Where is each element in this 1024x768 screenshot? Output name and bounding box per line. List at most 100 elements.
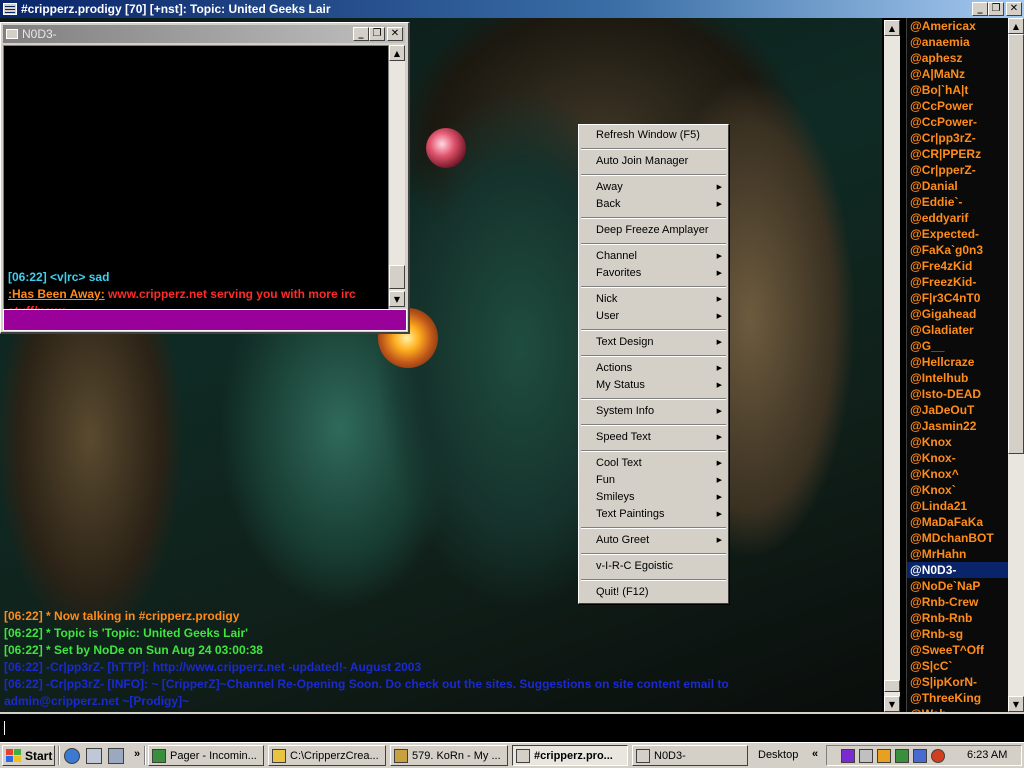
scroll-up-arrow[interactable]: ▲: [389, 45, 405, 61]
nick-item[interactable]: @F|r3C4nT0: [907, 290, 1008, 306]
menu-item-speed-text[interactable]: Speed Text ▶: [579, 429, 728, 446]
nick-item[interactable]: @Rnb-Crew: [907, 594, 1008, 610]
nick-item[interactable]: @CcPower-: [907, 114, 1008, 130]
tray-icon[interactable]: [931, 749, 945, 763]
show-desktop-icon[interactable]: [86, 748, 102, 764]
scroll-thumb[interactable]: [389, 265, 405, 289]
clock[interactable]: 6:23 AM: [967, 749, 1007, 761]
nick-item[interactable]: @MrHahn: [907, 546, 1008, 562]
nick-item[interactable]: @Knox^: [907, 466, 1008, 482]
nick-item[interactable]: @N0D3-: [907, 562, 1008, 578]
nick-item[interactable]: @SweeT^Off: [907, 642, 1008, 658]
context-menu[interactable]: Refresh Window (F5) Auto Join Manager Away…: [578, 124, 729, 604]
quicklaunch-more-chevron[interactable]: »: [134, 748, 140, 760]
nick-list[interactable]: @Americax @anaemia @aphesz @A|MaNz @Bo|`hA|t…: [906, 18, 1008, 712]
nick-item[interactable]: @FreezKid-: [907, 274, 1008, 290]
nick-item[interactable]: @JaDeOuT: [907, 402, 1008, 418]
nick-item[interactable]: @NoDe`NaP: [907, 578, 1008, 594]
nick-item[interactable]: @Gladiater: [907, 322, 1008, 338]
taskbar-button[interactable]: #cripperz.pro...: [512, 745, 628, 766]
taskbar-button[interactable]: C:\CripperzCrea...: [268, 745, 386, 766]
nick-item[interactable]: @A|MaNz: [907, 66, 1008, 82]
menu-item-quit-f12[interactable]: Quit! (F12): [579, 584, 728, 601]
nick-item[interactable]: @Eddie`-: [907, 194, 1008, 210]
scroll-thumb[interactable]: [884, 680, 900, 692]
nick-item[interactable]: @FaKa`g0n3: [907, 242, 1008, 258]
nick-item[interactable]: @Danial: [907, 178, 1008, 194]
scroll-thumb[interactable]: [1008, 34, 1024, 454]
taskbar-button[interactable]: Pager - Incomin...: [148, 745, 264, 766]
menu-item-channel[interactable]: Channel ▶: [579, 248, 728, 265]
channel-scrollbar[interactable]: ▲ ▼: [884, 20, 900, 712]
query-window[interactable]: N0D3- _ ❐ ✕ [06:22] <v|rc> sad:Has Been …: [0, 22, 410, 334]
minimize-button[interactable]: _: [972, 2, 988, 16]
scroll-up-arrow[interactable]: ▲: [1008, 18, 1024, 34]
nick-item[interactable]: @MDchanBOT: [907, 530, 1008, 546]
menu-item-user[interactable]: User ▶: [579, 308, 728, 325]
nick-item[interactable]: @S|ipKorN-: [907, 674, 1008, 690]
menu-item-auto-greet[interactable]: Auto Greet ▶: [579, 532, 728, 549]
tray-icon[interactable]: [895, 749, 909, 763]
channel-input[interactable]: [0, 712, 1024, 742]
nick-item[interactable]: @Bo|`hA|t: [907, 82, 1008, 98]
network-icon[interactable]: [108, 748, 124, 764]
menu-item-nick[interactable]: Nick ▶: [579, 291, 728, 308]
scroll-up-arrow[interactable]: ▲: [884, 20, 900, 36]
menu-item-back[interactable]: Back ▶: [579, 196, 728, 213]
menu-item-away[interactable]: Away ▶: [579, 179, 728, 196]
menu-item-fun[interactable]: Fun ▶: [579, 472, 728, 489]
nick-item[interactable]: @anaemia: [907, 34, 1008, 50]
nick-item[interactable]: @CR|PPERz: [907, 146, 1008, 162]
nick-item[interactable]: @Knox: [907, 434, 1008, 450]
restore-button[interactable]: ❐: [369, 27, 385, 41]
menu-item-system-info[interactable]: System Info ▶: [579, 403, 728, 420]
tray-icon[interactable]: [841, 749, 855, 763]
nick-item[interactable]: @Rnb-sg: [907, 626, 1008, 642]
nick-item[interactable]: @Hellcraze: [907, 354, 1008, 370]
nick-item[interactable]: @Jasmin22: [907, 418, 1008, 434]
menu-item-my-status[interactable]: My Status ▶: [579, 377, 728, 394]
menu-item-cool-text[interactable]: Cool Text ▶: [579, 455, 728, 472]
menu-item-text-paintings[interactable]: Text Paintings ▶: [579, 506, 728, 523]
nick-item[interactable]: @Linda21: [907, 498, 1008, 514]
nick-item[interactable]: @eddyarif: [907, 210, 1008, 226]
restore-button[interactable]: ❐: [988, 2, 1004, 16]
mirc-app-icon[interactable]: [3, 3, 17, 15]
menu-item-deep-freeze-amplayer[interactable]: Deep Freeze Amplayer: [579, 222, 728, 239]
scroll-down-arrow[interactable]: ▼: [389, 291, 405, 307]
nick-item[interactable]: @Fre4zKid: [907, 258, 1008, 274]
nick-item[interactable]: @G__: [907, 338, 1008, 354]
nick-item[interactable]: @Knox-: [907, 450, 1008, 466]
menu-item-v-i-r-c-egoistic[interactable]: v-I-R-C Egoistic: [579, 558, 728, 575]
nicklist-scrollbar[interactable]: ▲ ▼: [1008, 18, 1024, 712]
taskbar-button[interactable]: 579. KoRn - My ...: [390, 745, 508, 766]
nick-item[interactable]: @Isto-DEAD: [907, 386, 1008, 402]
nick-item[interactable]: @Americax: [907, 18, 1008, 34]
nick-item[interactable]: @CcPower: [907, 98, 1008, 114]
menu-item-actions[interactable]: Actions ▶: [579, 360, 728, 377]
menu-item-auto-join-manager[interactable]: Auto Join Manager: [579, 153, 728, 170]
menu-item-favorites[interactable]: Favorites ▶: [579, 265, 728, 282]
nick-item[interactable]: @Rnb-Rnb: [907, 610, 1008, 626]
internet-explorer-icon[interactable]: [64, 748, 80, 764]
query-window-titlebar[interactable]: N0D3- _ ❐ ✕: [3, 25, 405, 43]
nick-item[interactable]: @Cr|pp3rZ-: [907, 130, 1008, 146]
tray-icon[interactable]: [859, 749, 873, 763]
tray-icon[interactable]: [877, 749, 891, 763]
main-window-titlebar[interactable]: #cripperz.prodigy [70] [+nst]: Topic: Un…: [0, 0, 1024, 18]
nick-item[interactable]: @Intelhub: [907, 370, 1008, 386]
scroll-down-arrow[interactable]: ▼: [884, 696, 900, 712]
menu-item-smileys[interactable]: Smileys ▶: [579, 489, 728, 506]
nick-item[interactable]: @Expected-: [907, 226, 1008, 242]
nick-item[interactable]: @Gigahead: [907, 306, 1008, 322]
nick-item[interactable]: @aphesz: [907, 50, 1008, 66]
toolbar-chevron[interactable]: «: [812, 748, 818, 760]
menu-item-refresh-window-f5[interactable]: Refresh Window (F5): [579, 127, 728, 144]
tray-icon[interactable]: [913, 749, 927, 763]
nick-item[interactable]: @Knox`: [907, 482, 1008, 498]
minimize-button[interactable]: _: [353, 27, 369, 41]
query-window-icon[interactable]: [6, 29, 18, 39]
close-button[interactable]: ✕: [387, 27, 403, 41]
query-scrollbar[interactable]: ▲ ▼: [389, 45, 405, 307]
close-button[interactable]: ✕: [1006, 2, 1022, 16]
